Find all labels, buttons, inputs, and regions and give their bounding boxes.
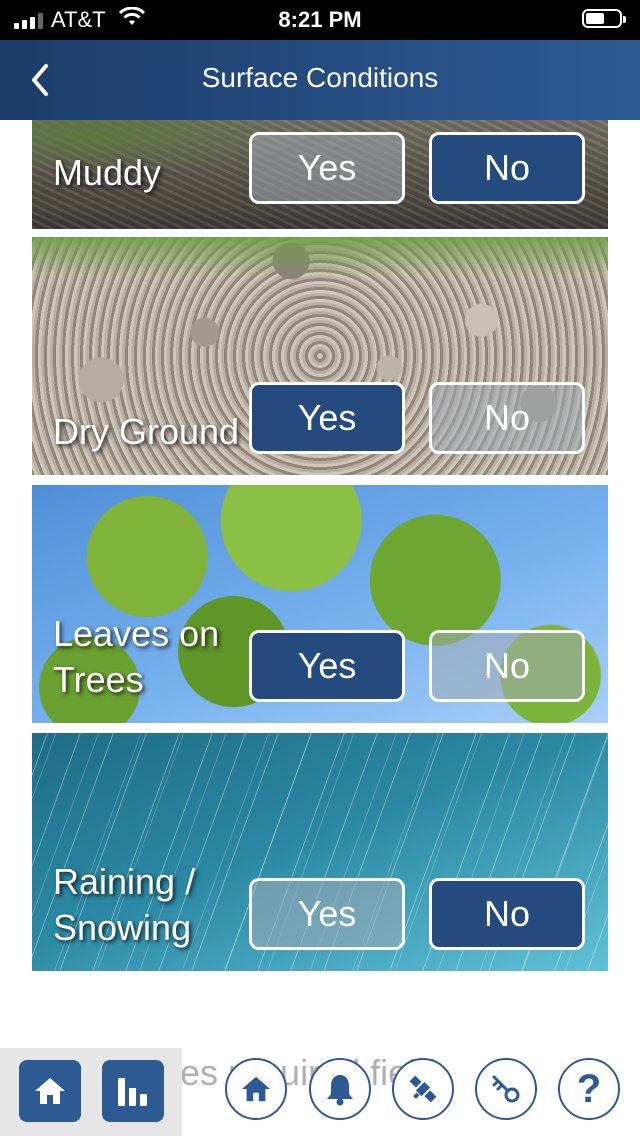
condition-label: Dry Ground bbox=[53, 411, 240, 452]
home-icon bbox=[241, 1076, 271, 1102]
condition-label: Raining / Snowing bbox=[53, 861, 196, 948]
nav-bar: Surface Conditions bbox=[0, 40, 640, 120]
help-icon: ? bbox=[576, 1066, 602, 1111]
condition-card-leaves-on-trees: Leaves on Trees Yes No bbox=[32, 485, 608, 723]
gps-button[interactable] bbox=[392, 1058, 454, 1120]
key-button[interactable] bbox=[475, 1058, 537, 1120]
page-title: Surface Conditions bbox=[201, 62, 439, 93]
dry-ground-yes-button[interactable]: Yes bbox=[249, 382, 405, 454]
home-circle-button[interactable] bbox=[225, 1058, 287, 1120]
condition-label: Leaves on Trees bbox=[53, 613, 220, 700]
raining-no-button[interactable]: No bbox=[429, 878, 585, 950]
battery-icon bbox=[582, 9, 626, 28]
bar-chart-icon bbox=[118, 1078, 147, 1106]
notifications-button[interactable] bbox=[309, 1058, 371, 1120]
condition-card-muddy: Muddy Yes No bbox=[32, 120, 608, 229]
bottom-toolbar: ? bbox=[0, 1048, 640, 1136]
dry-ground-no-button[interactable]: No bbox=[429, 382, 585, 454]
raining-yes-button[interactable]: Yes bbox=[249, 878, 405, 950]
bell-icon bbox=[327, 1075, 353, 1106]
stats-button[interactable] bbox=[102, 1060, 164, 1122]
home-button[interactable] bbox=[19, 1060, 81, 1122]
key-icon bbox=[492, 1075, 520, 1103]
muddy-no-button[interactable]: No bbox=[429, 132, 585, 204]
satellite-icon bbox=[409, 1075, 437, 1103]
leaves-yes-button[interactable]: Yes bbox=[249, 630, 405, 702]
muddy-yes-button[interactable]: Yes bbox=[249, 132, 405, 204]
condition-card-raining-snowing: Raining / Snowing Yes No bbox=[32, 733, 608, 971]
status-bar: AT&T 8:21 PM bbox=[0, 0, 640, 40]
help-button[interactable]: ? bbox=[558, 1058, 620, 1120]
condition-card-dry-ground: Dry Ground Yes No bbox=[32, 237, 608, 475]
status-time: 8:21 PM bbox=[278, 7, 362, 32]
home-icon bbox=[35, 1078, 65, 1104]
condition-label: Muddy bbox=[53, 152, 162, 193]
toolbar-left-panel bbox=[0, 1048, 182, 1136]
leaves-no-button[interactable]: No bbox=[429, 630, 585, 702]
conditions-list: Muddy Yes No Dry Ground Yes No Leaves on… bbox=[0, 120, 640, 1050]
